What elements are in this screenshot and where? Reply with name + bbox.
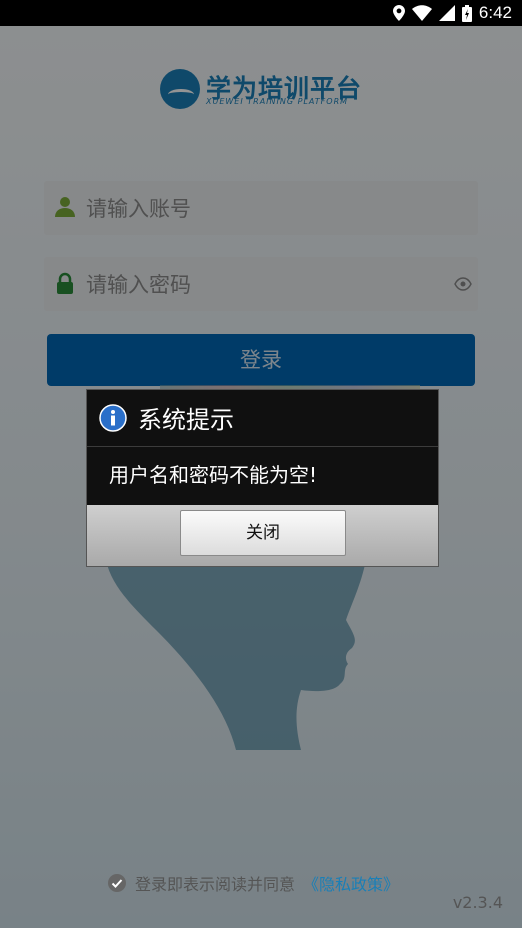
dialog-header: 系统提示	[87, 390, 438, 447]
dialog-body: 用户名和密码不能为空!	[87, 447, 438, 505]
dialog-message: 用户名和密码不能为空!	[109, 463, 318, 487]
privacy-agreement: 登录即表示阅读并同意 《隐私政策》	[107, 872, 399, 894]
status-bar: 6:42	[0, 0, 522, 26]
signal-icon	[438, 5, 455, 21]
agree-checkbox-icon[interactable]	[107, 873, 127, 893]
status-icons: 6:42	[392, 0, 512, 26]
status-time: 6:42	[478, 3, 512, 22]
app-version: v2.3.4	[452, 893, 503, 912]
agree-text: 登录即表示阅读并同意	[135, 875, 296, 894]
battery-icon	[461, 4, 472, 22]
location-icon	[392, 5, 405, 21]
info-icon	[99, 404, 127, 432]
close-button[interactable]: 关闭	[180, 510, 346, 556]
dialog-footer: 关闭	[87, 505, 438, 566]
alert-dialog: 系统提示 用户名和密码不能为空! 关闭	[86, 389, 439, 567]
wifi-icon	[411, 5, 432, 21]
dialog-title: 系统提示	[138, 406, 234, 434]
privacy-policy-link[interactable]: 《隐私政策》	[303, 871, 399, 895]
